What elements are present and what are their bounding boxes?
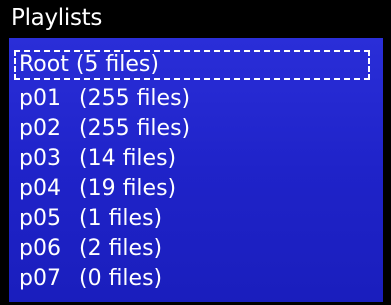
list-item-name: Root bbox=[19, 52, 69, 77]
page-title: Playlists bbox=[11, 5, 103, 31]
list-item-p03[interactable]: p03 (14 files) bbox=[19, 144, 373, 174]
list-item-name: p06 bbox=[19, 236, 61, 261]
list-item-name: p02 bbox=[19, 116, 61, 141]
list-item-name: p03 bbox=[19, 146, 61, 171]
list-item-count: (0 files) bbox=[79, 266, 163, 291]
list-item-name: p04 bbox=[19, 176, 61, 201]
device-screen: Playlists Root (5 files) p01 (255 files) p… bbox=[0, 0, 391, 305]
list-item-count: (255 files) bbox=[79, 116, 191, 141]
list-item-root[interactable]: Root (5 files) bbox=[14, 50, 370, 80]
list-item-count: (19 files) bbox=[79, 176, 177, 201]
list-item-name: p05 bbox=[19, 206, 61, 231]
list-item-p02[interactable]: p02 (255 files) bbox=[19, 114, 373, 144]
list-item-p04[interactable]: p04 (19 files) bbox=[19, 174, 373, 204]
list-item-name: p07 bbox=[19, 266, 61, 291]
list-item-count: (2 files) bbox=[79, 236, 163, 261]
list-item-p05[interactable]: p05 (1 files) bbox=[19, 204, 373, 234]
list-item-count: (14 files) bbox=[79, 146, 177, 171]
title-bar: Playlists bbox=[0, 0, 391, 36]
list-item-p07[interactable]: p07 (0 files) bbox=[19, 264, 373, 294]
list-item-count: (5 files) bbox=[75, 52, 159, 77]
list-item-p01[interactable]: p01 (255 files) bbox=[19, 84, 373, 114]
list-item-count: (255 files) bbox=[79, 86, 191, 111]
list-item-name: p01 bbox=[19, 86, 61, 111]
list-item-count: (1 files) bbox=[79, 206, 163, 231]
playlist-list[interactable]: Root (5 files) p01 (255 files) p02 (255 fil… bbox=[9, 38, 383, 302]
list-item-p06[interactable]: p06 (2 files) bbox=[19, 234, 373, 264]
